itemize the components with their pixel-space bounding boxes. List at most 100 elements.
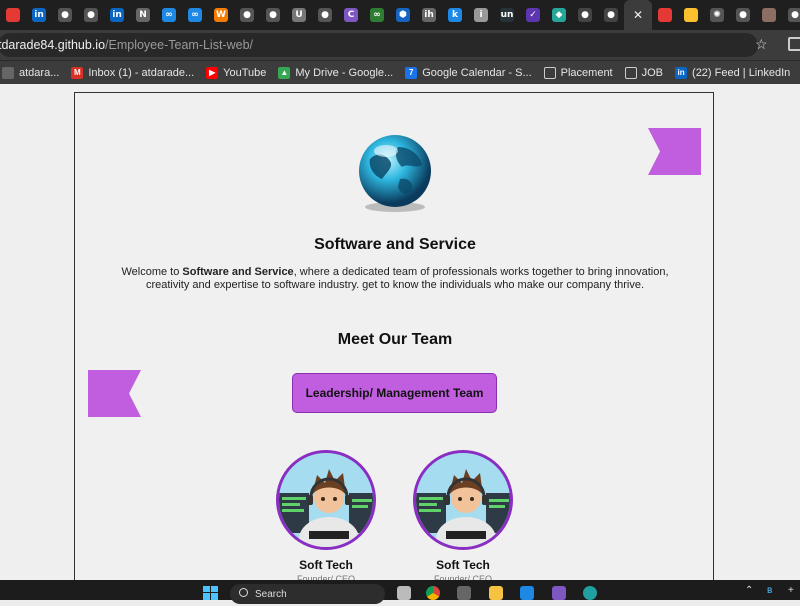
bluetooth-icon[interactable]: ʙ	[767, 585, 772, 596]
github-icon: ●	[58, 8, 72, 22]
team-member-card[interactable]: Soft Tech Founder/ CEO	[276, 450, 376, 580]
ribbon-decoration	[648, 128, 701, 175]
bookmark-label: Inbox (1) - atdarade...	[88, 66, 195, 79]
page-viewport: Software and Service Welcome to Software…	[0, 84, 800, 580]
w-icon: W	[214, 8, 228, 22]
browser-tab[interactable]: ✓	[520, 0, 546, 30]
github-icon: ●	[318, 8, 332, 22]
bookmark-item[interactable]: 7 Google Calendar - S...	[405, 66, 532, 79]
browser-tab[interactable]	[652, 0, 678, 30]
member-avatar-image	[416, 453, 510, 547]
generic-favicon: N	[136, 8, 150, 22]
intro-prefix: Welcome to	[121, 266, 183, 278]
leadership-team-button[interactable]: Leadership/ Management Team	[292, 373, 497, 413]
browser-tab[interactable]: ●	[260, 0, 286, 30]
git-icon[interactable]	[552, 586, 566, 600]
tray-add-icon[interactable]: +	[788, 585, 794, 596]
bookmark-label: atdara...	[19, 66, 60, 79]
github-icon: ●	[604, 8, 618, 22]
bookmark-item[interactable]: in (22) Feed | LinkedIn	[675, 66, 791, 79]
browser-tab[interactable]: ●	[78, 0, 104, 30]
bookmark-item[interactable]: atdara...	[2, 66, 60, 79]
edge-icon[interactable]	[583, 586, 597, 600]
browser-tab[interactable]: ●	[312, 0, 338, 30]
browser-tab[interactable]: ✺	[704, 0, 730, 30]
bookmark-item[interactable]: Placement	[543, 66, 613, 79]
bookmark-label: Google Calendar - S...	[422, 66, 532, 79]
linkedin-icon: in	[32, 8, 46, 22]
un-icon: un	[500, 8, 514, 22]
browser-tab[interactable]: i	[468, 0, 494, 30]
browser-tab[interactable]: ●	[52, 0, 78, 30]
windows-start-icon[interactable]	[203, 586, 219, 600]
address-bar-area: tdarade84.github.io/Employee-Team-List-w…	[0, 30, 800, 60]
file-explorer-icon[interactable]	[489, 586, 503, 600]
browser-tab[interactable]: ∞	[156, 0, 182, 30]
bookmark-star-icon[interactable]: ☆	[755, 36, 768, 53]
browser-tab[interactable]: ∞	[364, 0, 390, 30]
tab-strip: in●●inN∞∞W●●U●C∞⬢ihkiun✓◆●●✕✺●●+	[0, 0, 800, 30]
browser-tab[interactable]: ●	[234, 0, 260, 30]
terminal-icon[interactable]	[457, 586, 471, 600]
member-name: Soft Tech	[436, 558, 490, 572]
folder-icon	[624, 66, 637, 79]
youtube-icon: ▶	[206, 66, 219, 79]
browser-tab[interactable]: in	[26, 0, 52, 30]
folder-icon	[543, 66, 556, 79]
extension-icon[interactable]	[788, 37, 800, 51]
gfg-icon: ∞	[370, 8, 384, 22]
browser-tab[interactable]	[756, 0, 782, 30]
browser-tab[interactable]: ∞	[182, 0, 208, 30]
ribbon-decoration	[88, 370, 141, 417]
url-field[interactable]: tdarade84.github.io/Employee-Team-List-w…	[0, 33, 758, 57]
url-host: tdarade84.github.io	[0, 38, 106, 52]
bookmark-label: My Drive - Google...	[295, 66, 394, 79]
browser-tab[interactable]: k	[442, 0, 468, 30]
github-icon: ●	[240, 8, 254, 22]
browser-tab[interactable]: W	[208, 0, 234, 30]
taskbar-search[interactable]: Search	[230, 584, 385, 604]
page-title: Software and Service	[314, 236, 476, 253]
browser-tab[interactable]	[678, 0, 704, 30]
bookmark-label: Placement	[560, 66, 613, 79]
team-member-card[interactable]: Soft Tech Founder/ CEO	[413, 450, 513, 580]
windows-taskbar: Search ⌃ ʙ +	[0, 580, 800, 604]
tray-chevron-icon[interactable]: ⌃	[745, 585, 753, 596]
browser-tab[interactable]: U	[286, 0, 312, 30]
browser-tab[interactable]: ●	[782, 0, 800, 30]
browser-tab[interactable]: un	[494, 0, 520, 30]
tab-active[interactable]: ✕	[624, 0, 652, 30]
bookmark-item[interactable]: JOB	[624, 66, 663, 79]
browser-tab[interactable]	[0, 0, 26, 30]
bookmark-icon	[2, 66, 14, 79]
bookmark-item[interactable]: M Inbox (1) - atdarade...	[71, 66, 195, 79]
browser-tab[interactable]: C	[338, 0, 364, 30]
k-icon: k	[448, 8, 462, 22]
c-icon: C	[344, 8, 358, 22]
image-icon	[762, 8, 776, 22]
bookmark-item[interactable]: ▶ YouTube	[206, 66, 266, 79]
browser-tab[interactable]: N	[130, 0, 156, 30]
chrome-icon[interactable]	[426, 586, 440, 600]
bookmark-item[interactable]: ▲ My Drive - Google...	[278, 66, 394, 79]
flag-icon	[684, 8, 698, 22]
browser-tab[interactable]: ●	[730, 0, 756, 30]
browser-tab[interactable]: ●	[572, 0, 598, 30]
member-name: Soft Tech	[299, 558, 353, 572]
team-heading: Meet Our Team	[337, 331, 453, 348]
cup-icon: U	[292, 8, 306, 22]
task-view-icon[interactable]	[397, 586, 411, 600]
browser-tab[interactable]: ⬢	[390, 0, 416, 30]
linkedin-icon: in	[675, 66, 688, 79]
intro-brand: Software and Service	[182, 266, 294, 278]
browser-tab[interactable]: ◆	[546, 0, 572, 30]
avatar	[276, 450, 376, 550]
browser-tab[interactable]: ih	[416, 0, 442, 30]
browser-tab[interactable]: in	[104, 0, 130, 30]
bookmark-label: (22) Feed | LinkedIn	[692, 66, 791, 79]
browser-tab[interactable]: ●	[598, 0, 624, 30]
close-icon[interactable]: ✕	[631, 8, 645, 22]
ih-icon: ih	[422, 8, 436, 22]
vscode-icon[interactable]	[520, 586, 534, 600]
linkedin-icon: in	[110, 8, 124, 22]
